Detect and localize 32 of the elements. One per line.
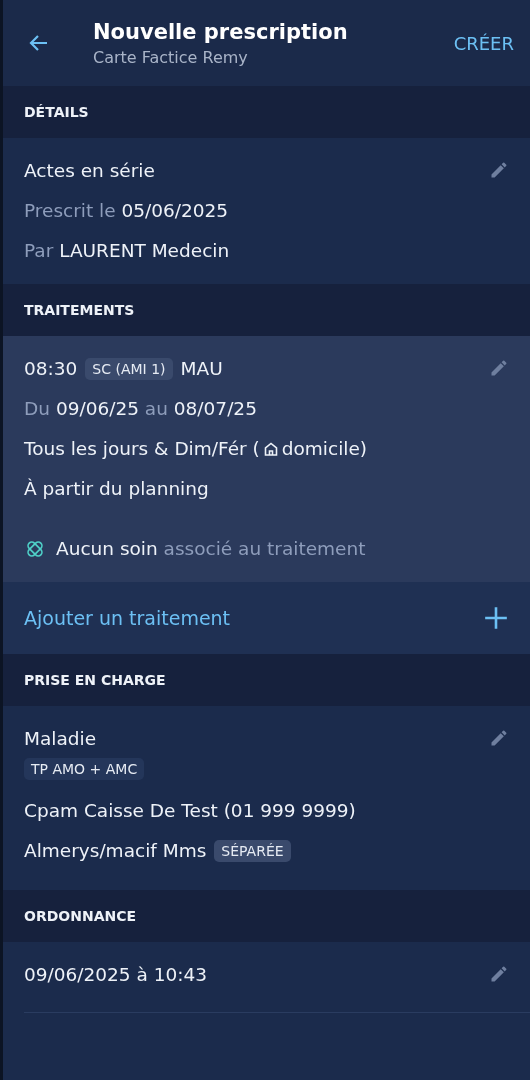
care-status: Aucun soin associé au traitement	[56, 537, 366, 561]
detail-line: Par LAURENT Medecin	[24, 239, 231, 263]
status-tag: SÉPARÉE	[214, 840, 291, 862]
detail-line: Actes en série	[24, 159, 156, 183]
edit-icon[interactable]	[489, 160, 509, 180]
treatment-period: Du 09/06/25 au 08/07/25	[24, 397, 258, 421]
plus-icon	[483, 605, 509, 631]
page-subtitle: Carte Factice Remy	[93, 47, 249, 67]
create-button[interactable]: CRÉER	[449, 26, 518, 60]
edit-icon[interactable]	[489, 964, 509, 984]
fund-name: Cpam Caisse De Test (01 999 9999)	[24, 799, 357, 823]
coverage-type: Maladie	[24, 727, 98, 751]
section-header: PRISE EN CHARGE	[3, 654, 530, 706]
page-title: Nouvelle prescription	[93, 19, 349, 44]
treatment-code: MAU	[180, 357, 223, 381]
section-header: DÉTAILS	[3, 86, 530, 138]
insurer-name: Almerys/macif Mms	[24, 839, 207, 863]
add-treatment-button[interactable]: Ajouter un traitement	[3, 582, 530, 654]
detail-line: Prescrit le 05/06/2025	[24, 199, 230, 223]
edit-icon[interactable]	[489, 358, 509, 378]
house-icon	[262, 441, 279, 457]
coverage-tag: TP AMO + AMC	[24, 758, 145, 780]
schedule-text: domicile)	[281, 437, 367, 461]
treatment-start: À partir du planning	[24, 477, 210, 501]
edit-icon[interactable]	[489, 728, 509, 748]
bandage-icon	[24, 538, 46, 560]
act-tag: SC (AMI 1)	[85, 358, 173, 380]
schedule-text: Tous les jours & Dim/Fér (	[24, 437, 260, 461]
prescription-date: 09/06/2025 à 10:43	[24, 963, 209, 987]
section-header: TRAITEMENTS	[3, 284, 530, 336]
treatment-time: 08:30	[24, 357, 78, 381]
section-header: ORDONNANCE	[3, 890, 530, 942]
